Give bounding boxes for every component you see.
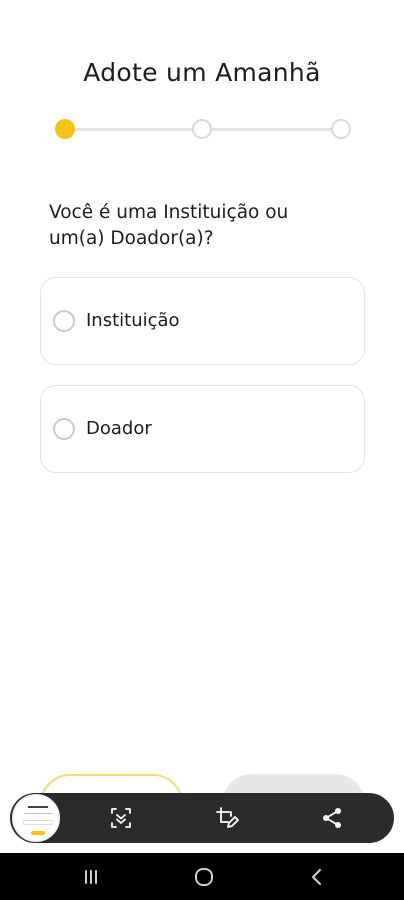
option-label: Doador — [86, 417, 152, 439]
step-1-indicator — [55, 119, 75, 139]
radio-button[interactable] — [53, 418, 75, 440]
crop-edit-icon[interactable] — [214, 805, 240, 831]
system-navigation-bar — [0, 853, 404, 900]
option-label: Instituição — [86, 309, 180, 331]
option-doador[interactable]: Doador — [40, 385, 365, 473]
scroll-capture-icon[interactable] — [108, 805, 134, 831]
step-3-indicator — [331, 119, 351, 139]
option-instituicao[interactable]: Instituição — [40, 277, 365, 365]
screenshot-toolbar — [10, 793, 394, 843]
screenshot-thumbnail[interactable] — [12, 794, 60, 842]
recent-apps-icon[interactable] — [79, 865, 103, 889]
back-icon[interactable] — [305, 865, 329, 889]
radio-button[interactable] — [53, 310, 75, 332]
home-icon[interactable] — [192, 865, 216, 889]
question-text: Você é uma Instituição ou um(a) Doador(a… — [49, 202, 289, 249]
share-icon[interactable] — [319, 805, 345, 831]
step-2-indicator — [192, 119, 212, 139]
app-title: Adote um Amanhã — [83, 58, 321, 87]
progress-stepper — [55, 118, 351, 140]
